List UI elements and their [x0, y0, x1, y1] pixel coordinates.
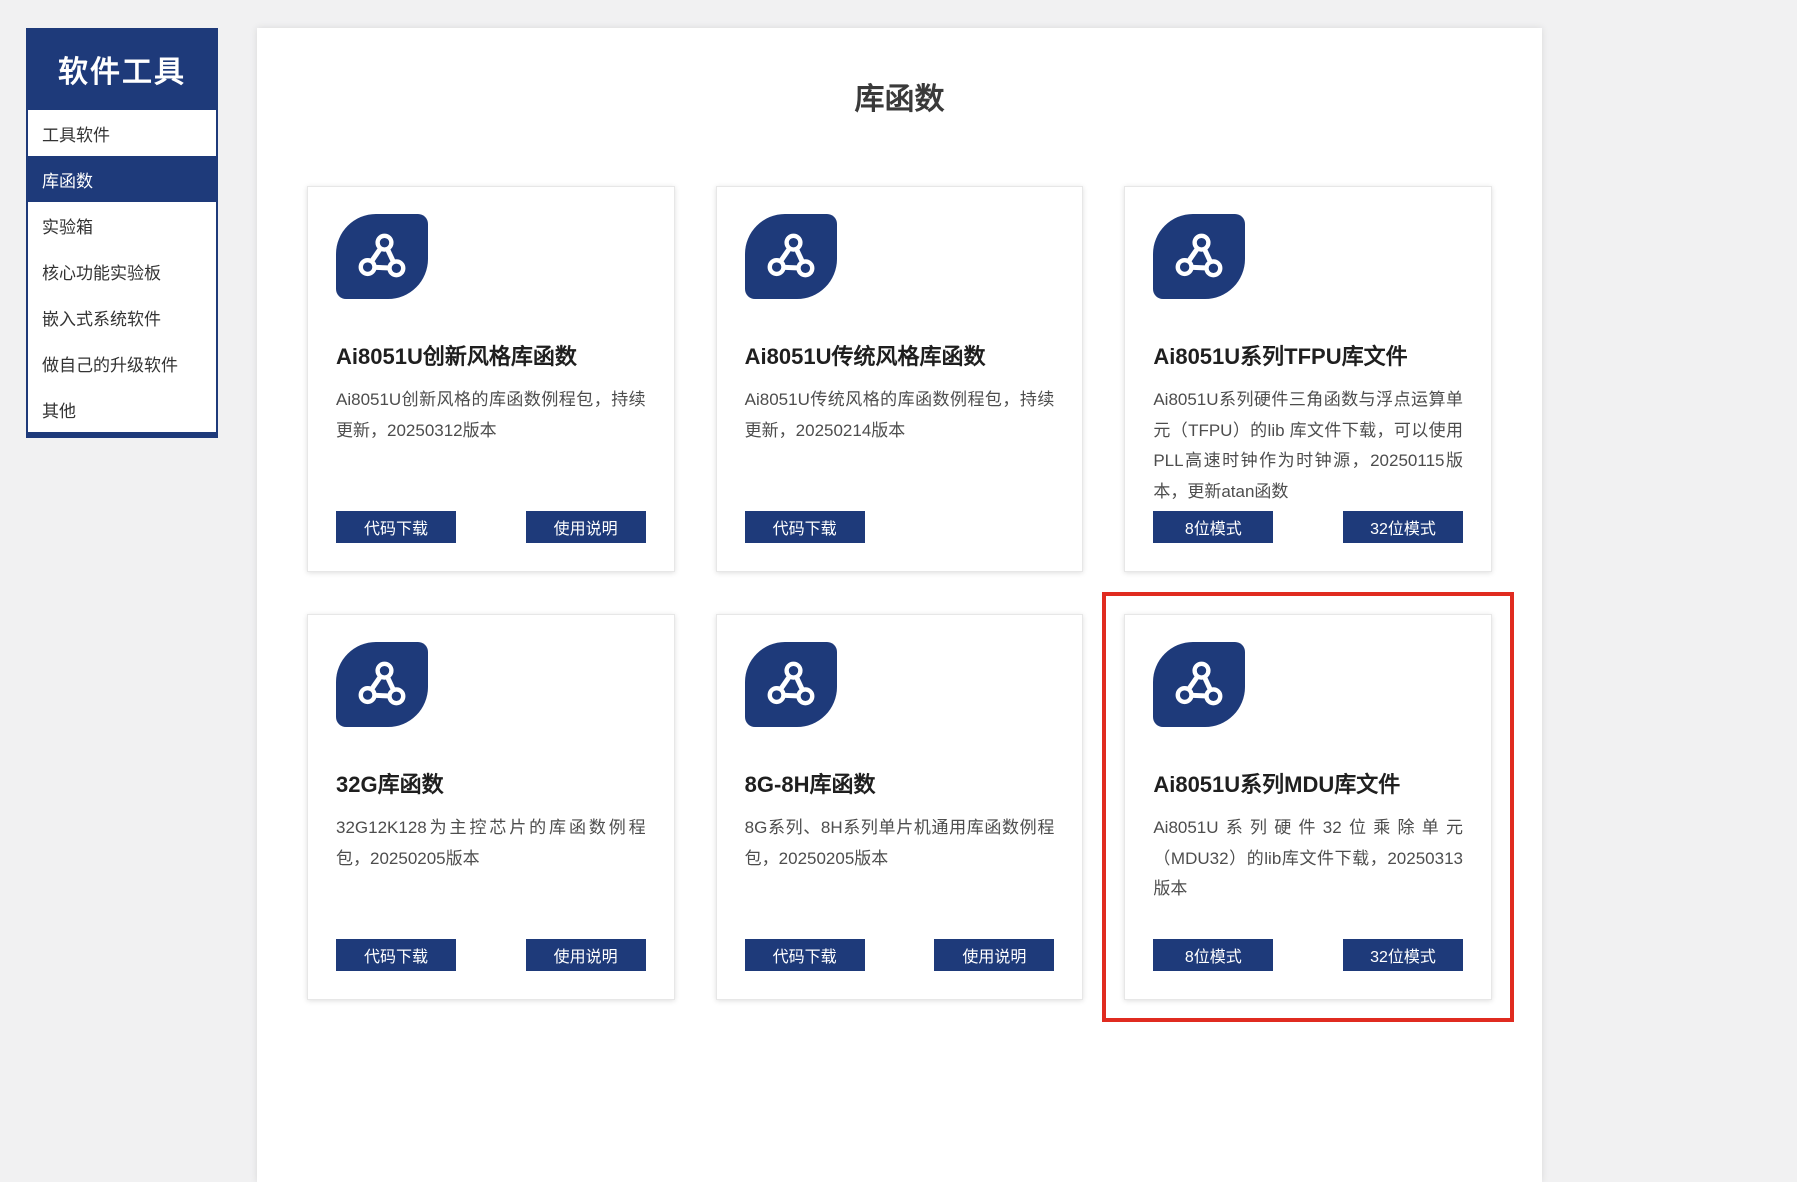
card-buttons: 8位模式 32位模式 [1153, 511, 1463, 543]
card-buttons: 代码下载 [744, 511, 1055, 543]
sidebar-item-0[interactable]: 工具软件 [28, 110, 216, 156]
network-triangle-icon [1153, 214, 1246, 299]
library-card-1: Ai8051U传统风格库函数 Ai8051U传统风格的库函数例程包，持续更新，2… [715, 186, 1084, 572]
card-title: Ai8051U系列MDU库文件 [1153, 772, 1401, 797]
sidebar-item-2[interactable]: 实验箱 [28, 202, 216, 248]
sidebar-item-label: 做自己的升级软件 [42, 355, 178, 375]
library-card-4: 8G-8H库函数 8G系列、8H系列单片机通用库函数例程包，20250205版本… [715, 614, 1084, 1000]
sidebar-item-1[interactable]: 库函数 [28, 156, 216, 202]
card-grid: Ai8051U创新风格库函数 Ai8051U创新风格的库函数例程包，持续更新，2… [257, 186, 1542, 1022]
card-title: Ai8051U传统风格库函数 [744, 344, 986, 369]
page-title: 库函数 [854, 83, 945, 116]
card-button-[interactable]: 代码下载 [336, 511, 456, 543]
sidebar-item-label: 其他 [42, 401, 76, 421]
sidebar-item-5[interactable]: 做自己的升级软件 [28, 340, 216, 386]
sidebar-item-4[interactable]: 嵌入式系统软件 [28, 294, 216, 340]
card-button-[interactable]: 代码下载 [744, 511, 865, 543]
card-button-[interactable]: 代码下载 [744, 939, 865, 971]
card-description: Ai8051U系列硬件32位乘除单元（MDU32）的lib库文件下载，20250… [1153, 818, 1463, 899]
library-card-0: Ai8051U创新风格库函数 Ai8051U创新风格的库函数例程包，持续更新，2… [307, 186, 675, 572]
sidebar-item-label: 工具软件 [42, 125, 110, 145]
library-card-3: 32G库函数 32G12K128为主控芯片的库函数例程包，20250205版本 … [307, 614, 675, 1000]
card-button-32[interactable]: 32位模式 [1342, 939, 1463, 971]
network-triangle-icon [1153, 642, 1246, 727]
main-panel: 库函数 Ai8051U创新风格库函数 Ai8051U创新风格的库函数例程包，持续… [257, 28, 1542, 1182]
card-description: 8G系列、8H系列单片机通用库函数例程包，20250205版本 [744, 818, 1055, 868]
card-description: 32G12K128为主控芯片的库函数例程包，20250205版本 [336, 818, 646, 868]
sidebar-item-label: 实验箱 [42, 217, 93, 237]
card-title: Ai8051U系列TFPU库文件 [1153, 344, 1408, 369]
card-title: 32G库函数 [336, 772, 444, 797]
card-button-8[interactable]: 8位模式 [1153, 939, 1274, 971]
card-title: 8G-8H库函数 [744, 772, 876, 797]
card-button-[interactable]: 使用说明 [525, 511, 646, 543]
card-description: Ai8051U创新风格的库函数例程包，持续更新，20250312版本 [336, 390, 646, 440]
sidebar-item-label: 嵌入式系统软件 [42, 309, 161, 329]
sidebar-item-6[interactable]: 其他 [28, 386, 216, 432]
card-button-8[interactable]: 8位模式 [1153, 511, 1274, 543]
card-buttons: 代码下载 使用说明 [744, 939, 1055, 971]
network-triangle-icon [744, 642, 837, 727]
sidebar-title: 软件工具 [26, 28, 218, 110]
network-triangle-icon [336, 214, 428, 299]
card-button-32[interactable]: 32位模式 [1342, 511, 1463, 543]
card-buttons: 8位模式 32位模式 [1153, 939, 1463, 971]
library-card-2: Ai8051U系列TFPU库文件 Ai8051U系列硬件三角函数与浮点运算单元（… [1124, 186, 1492, 572]
sidebar-item-label: 核心功能实验板 [42, 263, 161, 283]
card-buttons: 代码下载 使用说明 [336, 511, 646, 543]
card-title: Ai8051U创新风格库函数 [336, 344, 577, 369]
card-button-[interactable]: 使用说明 [525, 939, 646, 971]
card-description: Ai8051U系列硬件三角函数与浮点运算单元（TFPU）的lib 库文件下载，可… [1153, 390, 1463, 501]
network-triangle-icon [336, 642, 428, 727]
card-buttons: 代码下载 使用说明 [336, 939, 646, 971]
sidebar-menu: 工具软件 库函数 实验箱 核心功能实验板 嵌入式系统软件 做自己的升级软件 其他 [26, 110, 218, 438]
library-card-5: Ai8051U系列MDU库文件 Ai8051U系列硬件32位乘除单元（MDU32… [1102, 592, 1514, 1022]
card-button-[interactable]: 代码下载 [336, 939, 456, 971]
card-button-[interactable]: 使用说明 [934, 939, 1055, 971]
sidebar-item-3[interactable]: 核心功能实验板 [28, 248, 216, 294]
sidebar-item-label: 库函数 [42, 171, 93, 191]
card-description: Ai8051U传统风格的库函数例程包，持续更新，20250214版本 [744, 390, 1055, 440]
network-triangle-icon [744, 214, 837, 299]
sidebar: 软件工具 工具软件 库函数 实验箱 核心功能实验板 嵌入式系统软件 做自己的升级… [26, 28, 218, 438]
